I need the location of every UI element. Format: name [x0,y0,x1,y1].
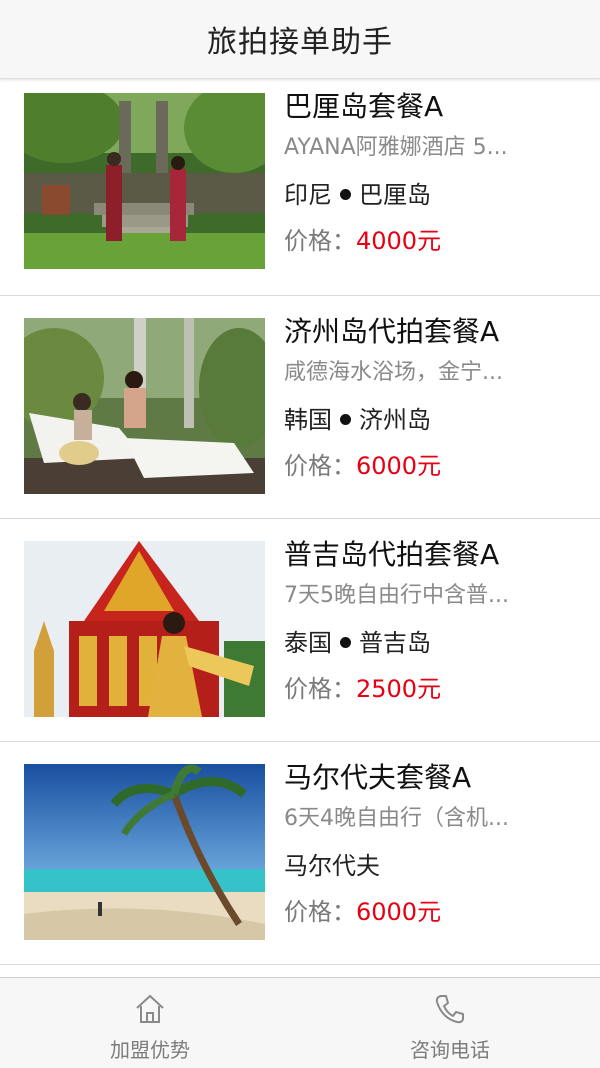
package-price: 价格：6000元 [284,450,584,482]
package-name: 巴厘岛套餐A [284,90,444,123]
price-label: 价格： [284,452,356,480]
separator-dot-icon [340,637,351,648]
phone-icon [435,995,464,1024]
package-price: 价格：2500元 [284,673,584,705]
location-label: 马尔代夫 [284,852,380,880]
package-location: 马尔代夫 [284,850,584,882]
price-label: 价格： [284,227,356,255]
city-label: 巴厘岛 [359,181,431,209]
list-item-jeju[interactable]: 济州岛代拍套餐A 咸德海水浴场，金宁... 韩国 济州岛 价格：6000元 [0,296,600,519]
price-label: 价格： [284,898,356,926]
city-label: 普吉岛 [359,629,431,657]
package-list: 巴厘岛套餐A AYANA阿雅娜酒店 5... 印尼 巴厘岛 价格：4000元 济… [0,79,600,977]
bottom-tab-bar: 加盟优势 咨询电话 [0,977,600,1068]
package-location: 韩国 济州岛 [284,404,584,436]
page-title: 旅拍接单助手 [207,25,393,60]
phuket-temple-bride-photo[interactable] [24,541,265,717]
price-label: 价格： [284,675,356,703]
package-price: 价格：6000元 [284,896,584,928]
package-description: AYANA阿雅娜酒店 5... [284,135,508,160]
country-label: 印尼 [284,181,332,209]
package-name: 马尔代夫套餐A [284,761,472,794]
package-description: 6天4晚自由行（含机... [284,806,509,831]
package-name: 济州岛代拍套餐A [284,315,500,348]
price-value: 6000元 [356,898,442,926]
package-info: 普吉岛代拍套餐A 7天5晚自由行中含普... 泰国 普吉岛 价格：2500元 [284,537,584,705]
package-description: 咸德海水浴场，金宁... [284,360,503,385]
country-label: 泰国 [284,629,332,657]
tab-label: 加盟优势 [110,1038,190,1062]
tab-consult-phone[interactable]: 咨询电话 [300,978,600,1068]
home-icon [136,994,164,1023]
price-value: 2500元 [356,675,442,703]
price-value: 6000元 [356,452,442,480]
country-label: 韩国 [284,406,332,434]
package-location: 印尼 巴厘岛 [284,179,584,211]
package-location: 泰国 普吉岛 [284,627,584,659]
list-item-bali[interactable]: 巴厘岛套餐A AYANA阿雅娜酒店 5... 印尼 巴厘岛 价格：4000元 [0,79,600,296]
package-description: 7天5晚自由行中含普... [284,583,509,608]
city-label: 济州岛 [359,406,431,434]
package-price: 价格：4000元 [284,225,584,257]
tab-label: 咨询电话 [410,1038,490,1062]
package-info: 马尔代夫套餐A 6天4晚自由行（含机... 马尔代夫 价格：6000元 [284,760,584,928]
tab-franchise-advantages[interactable]: 加盟优势 [0,978,300,1068]
package-info: 济州岛代拍套餐A 咸德海水浴场，金宁... 韩国 济州岛 价格：6000元 [284,314,584,482]
package-info: 巴厘岛套餐A AYANA阿雅娜酒店 5... 印尼 巴厘岛 价格：4000元 [284,89,584,257]
package-name: 普吉岛代拍套餐A [284,538,500,571]
top-bar: 旅拍接单助手 [0,0,600,79]
price-value: 4000元 [356,227,442,255]
maldives-beach-palm-photo[interactable] [24,764,265,940]
bali-couple-temple-photo[interactable] [24,93,265,269]
separator-dot-icon [340,414,351,425]
separator-dot-icon [340,189,351,200]
jeju-couple-loungers-photo[interactable] [24,318,265,494]
list-item-maldives[interactable]: 马尔代夫套餐A 6天4晚自由行（含机... 马尔代夫 价格：6000元 [0,742,600,965]
list-item-phuket[interactable]: 普吉岛代拍套餐A 7天5晚自由行中含普... 泰国 普吉岛 价格：2500元 [0,519,600,742]
